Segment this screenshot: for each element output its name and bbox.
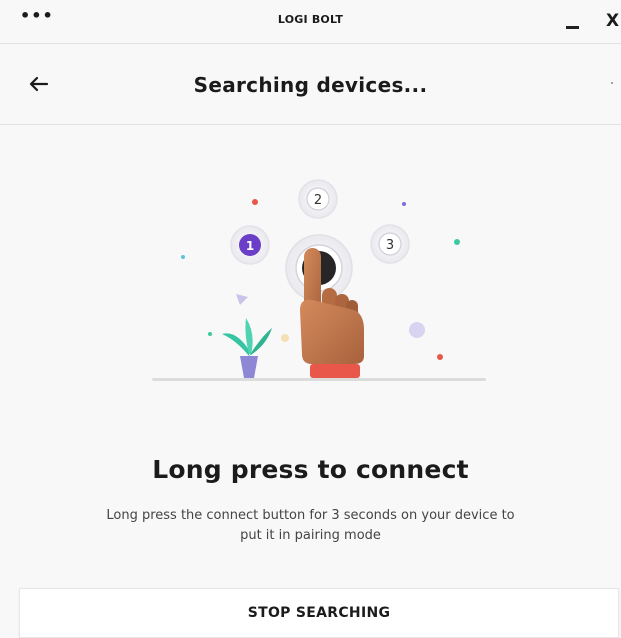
- plant-illustration: [222, 318, 272, 378]
- confetti-dot: [208, 332, 212, 336]
- header-dot: [611, 82, 613, 84]
- step-2-number: 2: [314, 193, 322, 208]
- confetti-dot: [454, 239, 460, 245]
- instruction-description: Long press the connect button for 3 seco…: [106, 508, 515, 543]
- confetti-dot: [281, 334, 289, 342]
- app-title: LOGI BOLT: [277, 13, 344, 26]
- confetti-triangle: [236, 294, 248, 305]
- confetti-dot: [402, 202, 406, 206]
- page-title: Searching devices...: [193, 73, 428, 97]
- confetti-bubble: [409, 322, 425, 338]
- ground-line: [152, 378, 486, 381]
- step-2-bubble: 2: [298, 179, 338, 219]
- close-icon[interactable]: X: [606, 13, 619, 30]
- step-3-number: 3: [386, 238, 394, 253]
- page-header: Searching devices...: [0, 45, 621, 125]
- confetti-dot: [181, 255, 185, 259]
- instruction-headline: Long press to connect: [152, 455, 469, 484]
- step-1-number: 1: [246, 239, 254, 253]
- confetti-dot: [437, 354, 443, 360]
- step-1-bubble: 1: [230, 225, 270, 265]
- step-3-bubble: 3: [370, 224, 410, 264]
- title-bar: ••• LOGI BOLT X: [0, 0, 621, 44]
- confetti-dot: [252, 199, 258, 205]
- minimize-icon[interactable]: [566, 26, 579, 29]
- pairing-illustration: 2 1 3: [152, 179, 486, 381]
- stop-searching-button[interactable]: STOP SEARCHING: [19, 588, 619, 638]
